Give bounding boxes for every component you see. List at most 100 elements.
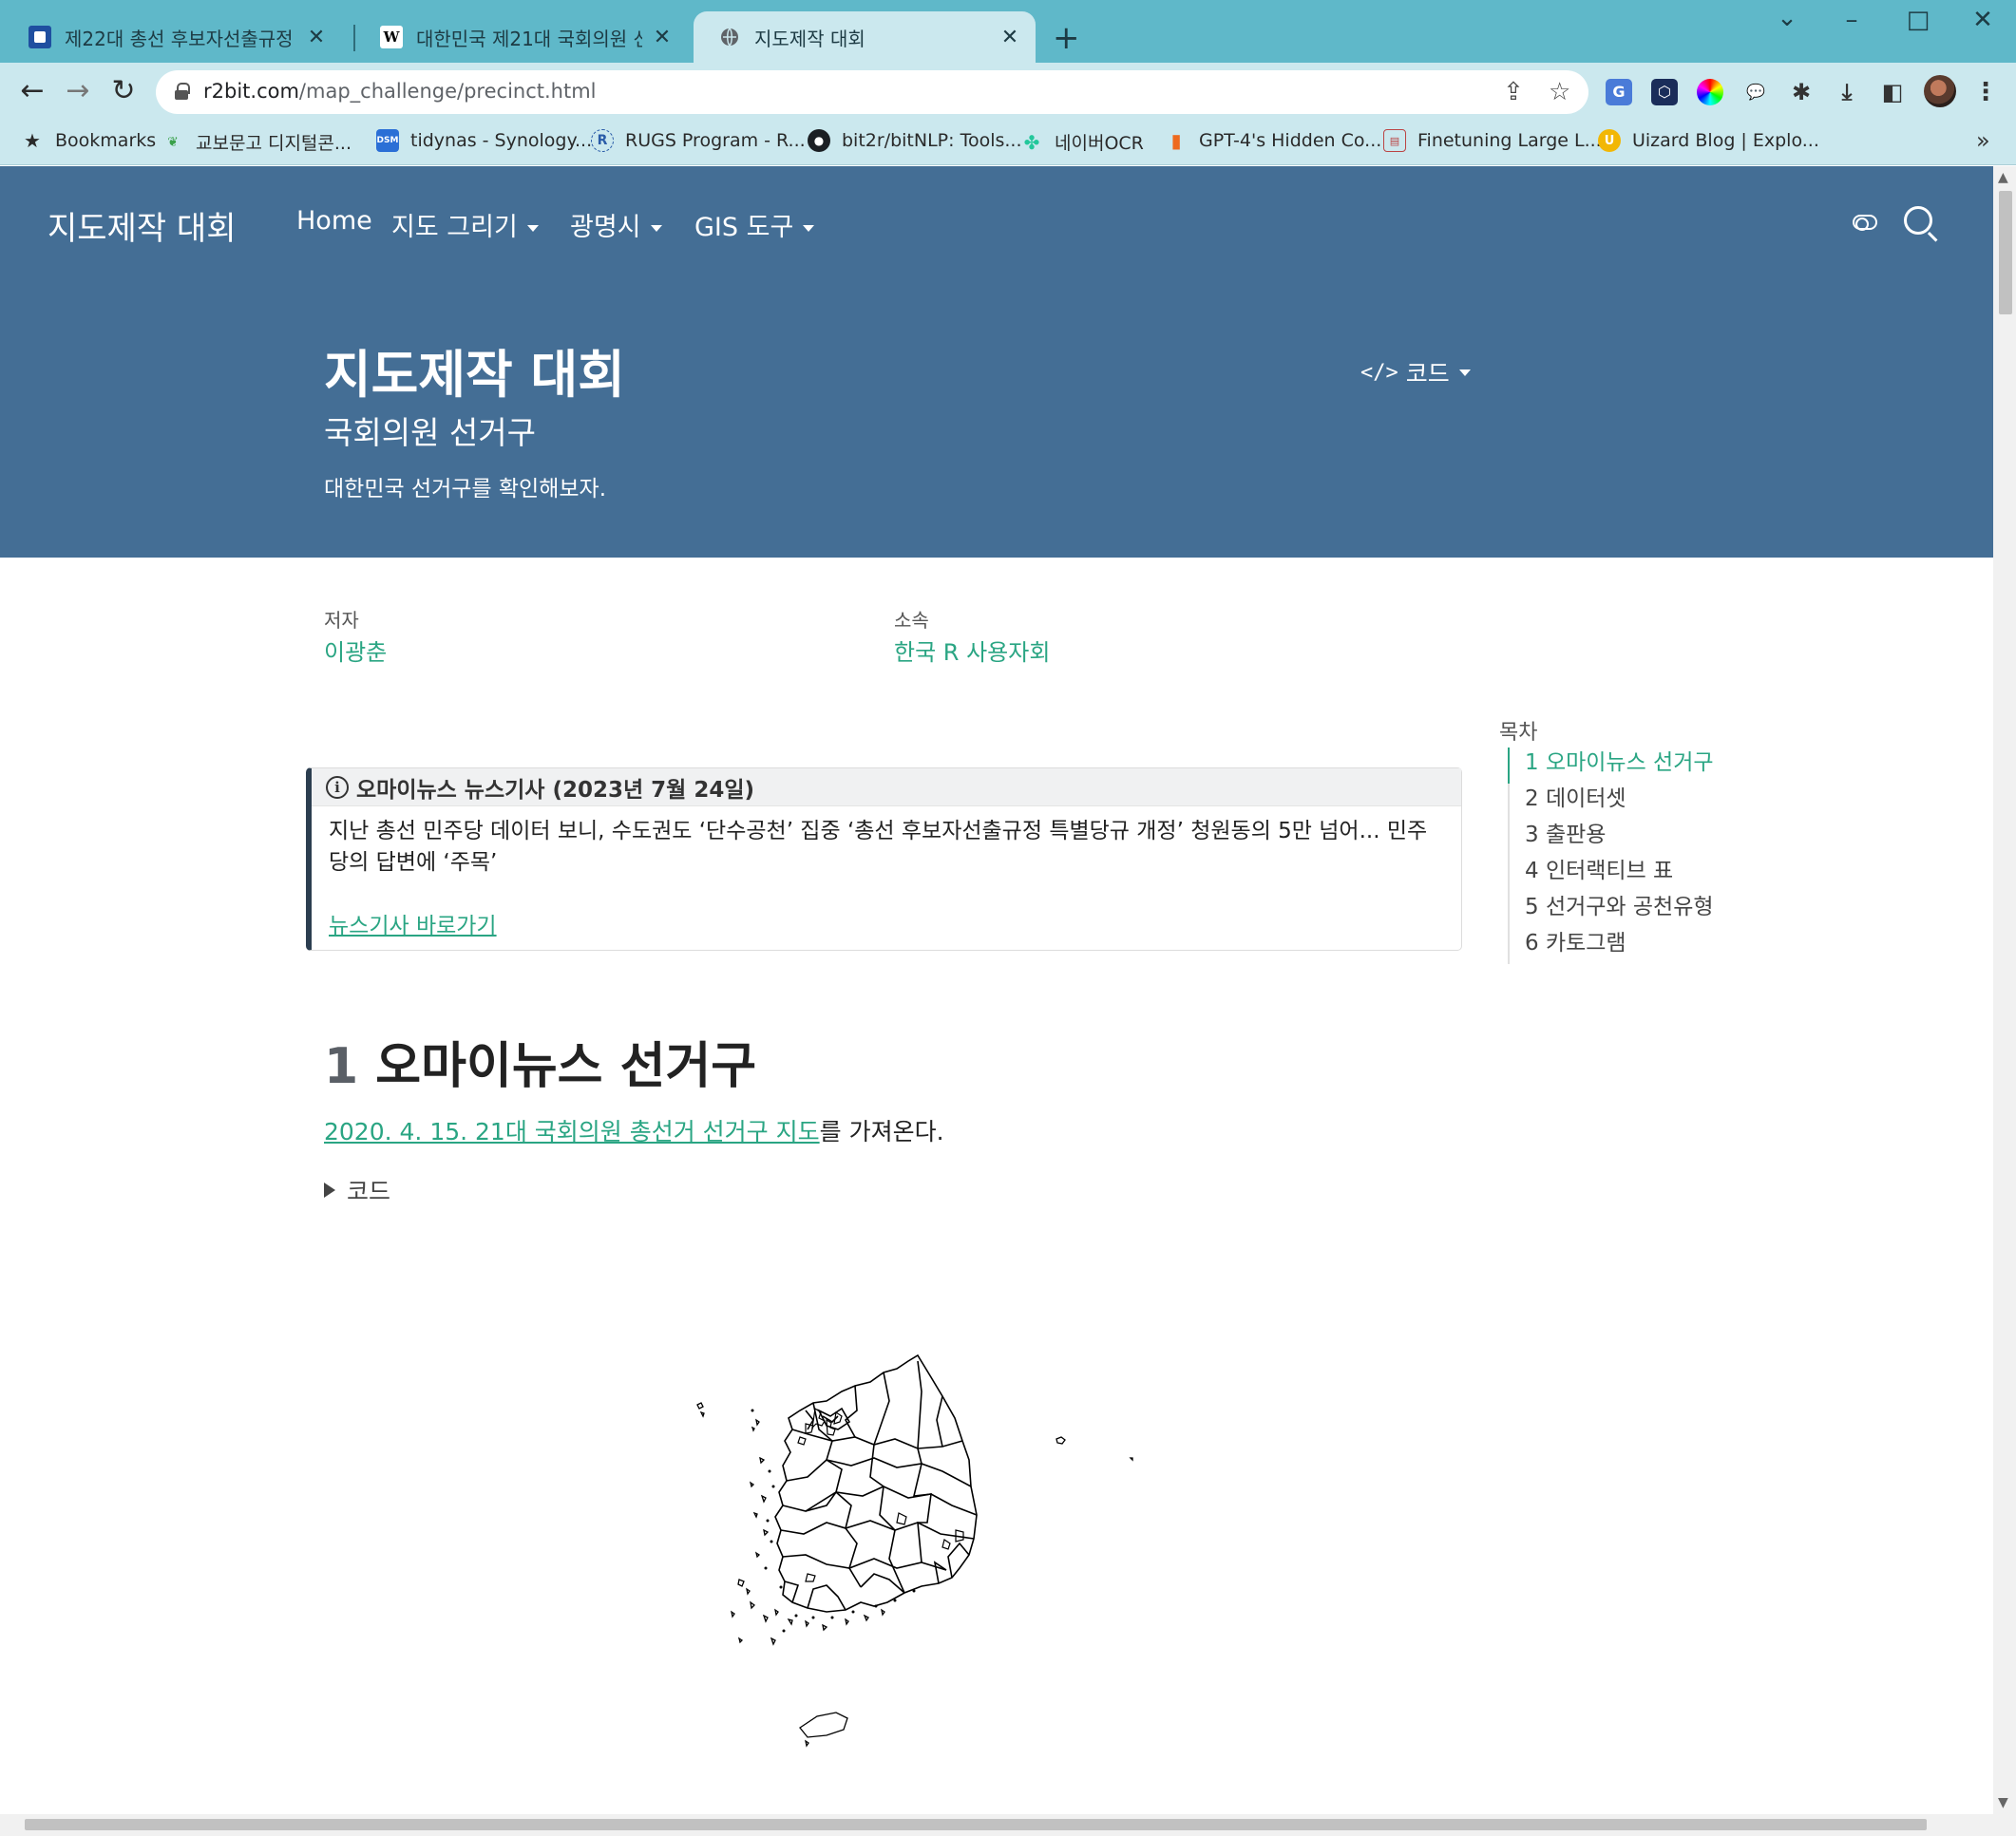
dropdown-caret-icon bbox=[650, 225, 662, 232]
minimize-icon[interactable]: – bbox=[1828, 6, 1875, 34]
lock-icon[interactable] bbox=[175, 83, 190, 100]
tab-title: 제22대 총선 후보자선출규정 특별 bbox=[65, 27, 296, 50]
code-fold-toggle[interactable]: 코드 bbox=[324, 1173, 390, 1207]
dsm-icon: DSM bbox=[376, 129, 399, 152]
menu-kebab-icon[interactable]: ⋮ bbox=[1972, 79, 1999, 105]
tab-1[interactable]: 제22대 총선 후보자선출규정 특별 ✕ bbox=[4, 11, 342, 63]
close-window-icon[interactable]: ✕ bbox=[1959, 6, 2006, 34]
code-toggle-label: 코드 bbox=[347, 1178, 391, 1205]
theme-toggle-icon[interactable] bbox=[1853, 215, 1877, 231]
horizontal-scrollbar[interactable] bbox=[0, 1814, 2016, 1836]
github-icon: ● bbox=[808, 129, 830, 152]
bookmark-item[interactable]: U Uizard Blog | Explo... bbox=[1598, 129, 1819, 152]
url-text[interactable]: r2bit.com/map_challenge/precinct.html bbox=[203, 80, 597, 103]
extension-hex-icon[interactable]: ⬡ bbox=[1651, 79, 1678, 105]
bookmark-item[interactable]: ✤ 네이버OCR bbox=[1020, 129, 1144, 155]
section-number: 1 bbox=[324, 1038, 359, 1095]
nav-label: 광명시 bbox=[570, 213, 641, 242]
scroll-up-arrow-icon[interactable]: ▲ bbox=[1998, 170, 2008, 185]
news-callout: i 오마이뉴스 뉴스기사 (2023년 7월 24일) 지난 총선 민주당 데이… bbox=[306, 767, 1462, 951]
profile-avatar[interactable] bbox=[1924, 75, 1956, 107]
callout-title: 오마이뉴스 뉴스기사 (2023년 7월 24일) bbox=[356, 777, 754, 803]
nav-label: 지도 그리기 bbox=[391, 213, 518, 242]
bookmark-item[interactable]: DSM tidynas - Synology... bbox=[376, 129, 592, 152]
url-host: r2bit.com bbox=[203, 80, 299, 103]
coastal-detail bbox=[751, 1409, 916, 1633]
address-bar[interactable]: r2bit.com/map_challenge/precinct.html ⇪ … bbox=[156, 70, 1588, 114]
election-map-link[interactable]: 2020. 4. 15. 21대 국회의원 총선거 선거구 지도 bbox=[324, 1118, 820, 1145]
extensions-puzzle-icon[interactable]: ✱ bbox=[1788, 79, 1815, 105]
new-tab-plus-icon[interactable]: + bbox=[1053, 19, 1080, 57]
islands bbox=[696, 1402, 1133, 1748]
bookmark-label: 교보문고 디지털콘... bbox=[196, 133, 352, 154]
chat-bubble-icon[interactable]: 💬 bbox=[1742, 79, 1769, 105]
bookmarks-overflow-chevron-icon[interactable]: » bbox=[1976, 127, 1990, 154]
close-tab-icon[interactable]: ✕ bbox=[304, 26, 329, 49]
nav-label: GIS 도구 bbox=[694, 213, 794, 242]
toc-item[interactable]: 1 오마이뉴스 선거구 bbox=[1508, 748, 1714, 784]
maximize-icon[interactable]: □ bbox=[1894, 6, 1942, 34]
scroll-down-arrow-icon[interactable]: ▼ bbox=[1998, 1795, 2008, 1810]
affiliation-name[interactable]: 한국 R 사용자회 bbox=[894, 634, 1050, 667]
callout-body: 지난 총선 민주당 데이터 보니, 수도권도 ‘단수공천’ 집중 ‘총선 후보자… bbox=[329, 819, 1428, 875]
back-arrow-icon[interactable]: ← bbox=[13, 74, 51, 108]
side-panel-icon[interactable]: ◧ bbox=[1879, 79, 1906, 105]
bookmarks-bar: ★ Bookmarks ❦ 교보문고 디지털콘... DSM tidynas - Sy… bbox=[0, 122, 2016, 165]
bookmark-label: bit2r/bitNLP: Tools... bbox=[842, 130, 1022, 151]
r-icon: R bbox=[591, 129, 614, 152]
search-icon[interactable] bbox=[1904, 206, 1932, 235]
tab-search-chevron-icon[interactable]: ⌄ bbox=[1763, 4, 1811, 32]
bookmark-orange-icon: ▮ bbox=[1170, 129, 1182, 152]
dropdown-caret-icon bbox=[1458, 369, 1471, 376]
nav-gis-tools[interactable]: GIS 도구 bbox=[694, 206, 815, 243]
disclosure-triangle-icon bbox=[324, 1183, 335, 1198]
toc-item[interactable]: 6 카토그램 bbox=[1510, 928, 1714, 964]
nav-label: Home bbox=[296, 206, 372, 236]
toc-item[interactable]: 3 출판용 bbox=[1510, 820, 1714, 856]
tab-2[interactable]: W 대한민국 제21대 국회의원 선거 ✕ bbox=[355, 11, 688, 63]
globe-favicon-icon bbox=[718, 26, 741, 48]
color-picker-icon[interactable] bbox=[1697, 79, 1723, 105]
bookmark-item[interactable]: ❦ 교보문고 디지털콘... bbox=[162, 129, 352, 155]
bookmark-item[interactable]: R RUGS Program - R... bbox=[591, 129, 806, 152]
toc-title: 목차 bbox=[1499, 721, 1538, 745]
kyobo-icon: ❦ bbox=[167, 134, 179, 150]
forward-arrow-icon[interactable]: → bbox=[59, 74, 97, 108]
bookmark-item[interactable]: ● bit2r/bitNLP: Tools... bbox=[808, 129, 1022, 152]
wikipedia-favicon-icon: W bbox=[380, 26, 403, 48]
bookmark-item[interactable]: ▮ GPT-4's Hidden Co... bbox=[1165, 129, 1381, 152]
close-tab-icon[interactable]: ✕ bbox=[650, 26, 675, 49]
reload-icon[interactable]: ↻ bbox=[105, 74, 143, 108]
bookmark-label: GPT-4's Hidden Co... bbox=[1199, 130, 1382, 151]
site-brand[interactable]: 지도제작 대회 bbox=[48, 202, 237, 249]
vertical-scroll-thumb[interactable] bbox=[1999, 191, 2012, 314]
code-tools-menu[interactable]: </> 코드 bbox=[1360, 355, 1471, 389]
author-name[interactable]: 이광춘 bbox=[324, 634, 387, 667]
bookmark-label: Finetuning Large L... bbox=[1417, 130, 1602, 151]
toc-item[interactable]: 2 데이터셋 bbox=[1510, 784, 1714, 820]
author-label: 저자 bbox=[324, 609, 359, 632]
bookmark-item[interactable]: ★ Bookmarks bbox=[21, 129, 156, 152]
bookmark-star-icon[interactable]: ☆ bbox=[1549, 78, 1570, 106]
tab-title: 대한민국 제21대 국회의원 선거 bbox=[416, 27, 642, 50]
bookmark-item[interactable]: ▤ Finetuning Large L... bbox=[1383, 129, 1602, 152]
toc-item[interactable]: 5 선거구와 공천유형 bbox=[1510, 892, 1714, 928]
download-icon[interactable]: ⤓ bbox=[1834, 79, 1860, 105]
horizontal-scroll-thumb[interactable] bbox=[25, 1819, 1927, 1830]
nav-draw-map[interactable]: 지도 그리기 bbox=[391, 206, 539, 243]
korea-district-map bbox=[696, 1353, 1133, 1748]
toc-item[interactable]: 4 인터랙티브 표 bbox=[1510, 856, 1714, 892]
google-translate-icon[interactable]: G bbox=[1606, 79, 1632, 105]
close-tab-icon[interactable]: ✕ bbox=[998, 26, 1022, 49]
bookmark-label: 네이버OCR bbox=[1055, 133, 1144, 154]
section-heading: 1 오마이뉴스 선거구 bbox=[324, 1026, 756, 1097]
share-icon[interactable]: ⇪ bbox=[1503, 78, 1524, 106]
nav-home[interactable]: Home bbox=[296, 206, 372, 236]
info-icon: i bbox=[326, 775, 349, 799]
tab-3-active[interactable]: 지도제작 대회 ✕ bbox=[694, 11, 1036, 63]
nav-gwangmyeong[interactable]: 광명시 bbox=[570, 206, 662, 243]
star-icon: ★ bbox=[24, 129, 41, 152]
vertical-scrollbar[interactable]: ▲ ▼ bbox=[1993, 166, 2016, 1814]
mainland-outline bbox=[774, 1353, 978, 1613]
news-article-link[interactable]: 뉴스기사 바로가기 bbox=[329, 907, 497, 939]
